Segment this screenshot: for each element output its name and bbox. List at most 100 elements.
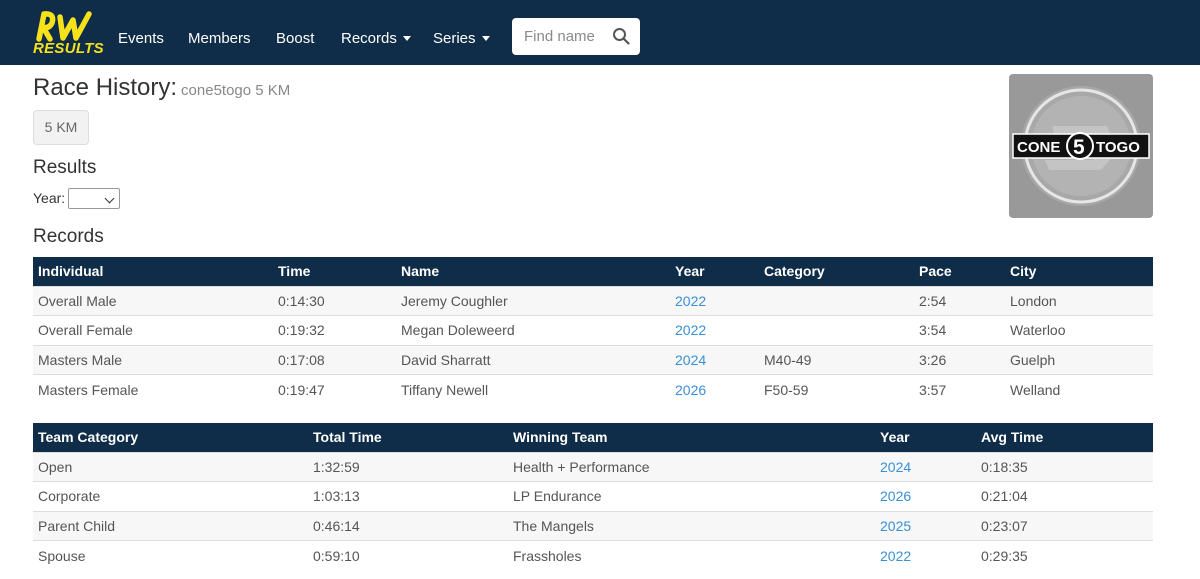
table-row: Parent Child 0:46:14 The Mangels 2025 0:…	[33, 510, 1153, 541]
record-year-link[interactable]: 2024	[670, 344, 759, 375]
table-row: Masters Female 0:19:47 Tiffany Newell 20…	[33, 374, 1153, 404]
column-header: Individual	[33, 257, 273, 286]
record-pace: 3:26	[914, 344, 1005, 375]
team-name: LP Endurance	[508, 481, 875, 511]
record-year-link[interactable]: 2026	[670, 374, 759, 404]
nav-series-label: Series	[433, 30, 476, 47]
column-header: Avg Time	[976, 423, 1153, 452]
team-category: Parent Child	[33, 510, 308, 541]
nav-members[interactable]: Members	[188, 0, 251, 65]
record-city: London	[1005, 285, 1153, 316]
page-title: Race History: cone5togo 5 KM	[33, 74, 290, 102]
record-age-category	[759, 285, 914, 316]
nav-records-label: Records	[341, 30, 397, 47]
team-year-link[interactable]: 2026	[875, 481, 976, 511]
team-avg-time: 0:29:35	[976, 540, 1153, 570]
page-title-subtitle: cone5togo 5 KM	[181, 82, 291, 99]
team-avg-time: 0:18:35	[976, 451, 1153, 482]
team-name: Health + Performance	[508, 451, 875, 482]
results-heading: Results	[33, 157, 97, 178]
brand-logo[interactable]: RESULTS	[33, 10, 104, 58]
table-header-row: Individual Time Name Year Category Pace …	[33, 257, 1153, 286]
nav-events[interactable]: Events	[118, 0, 164, 65]
column-header: Time	[273, 257, 396, 286]
column-header: Total Time	[308, 423, 508, 452]
record-age-category: M40-49	[759, 344, 914, 375]
record-category: Overall Female	[33, 315, 273, 345]
column-header: Team Category	[33, 423, 308, 452]
record-category: Masters Female	[33, 374, 273, 404]
team-year-link[interactable]: 2022	[875, 540, 976, 570]
distance-5km-button[interactable]: 5 KM	[33, 110, 89, 145]
record-name: Megan Doleweerd	[396, 315, 670, 345]
search-icon[interactable]	[612, 27, 630, 45]
team-category: Spouse	[33, 540, 308, 570]
team-total-time: 1:03:13	[308, 481, 508, 511]
page-title-main: Race History:	[33, 74, 178, 101]
table-row: Corporate 1:03:13 LP Endurance 2026 0:21…	[33, 481, 1153, 511]
race-logo-text-left: CONE	[1017, 139, 1060, 156]
column-header: Year	[670, 257, 759, 286]
record-time: 0:17:08	[273, 344, 396, 375]
race-logo-numeral: 5	[1073, 136, 1085, 159]
chevron-down-icon	[104, 193, 115, 204]
table-row: Spouse 0:59:10 Frassholes 2022 0:29:35	[33, 540, 1153, 570]
nav-records-dropdown[interactable]: Records	[341, 0, 411, 65]
team-total-time: 0:46:14	[308, 510, 508, 541]
record-time: 0:14:30	[273, 285, 396, 316]
team-year-link[interactable]: 2025	[875, 510, 976, 541]
team-records-table: Team Category Total Time Winning Team Ye…	[33, 423, 1153, 570]
record-year-link[interactable]: 2022	[670, 315, 759, 345]
team-name: Frassholes	[508, 540, 875, 570]
table-row: Masters Male 0:17:08 David Sharratt 2024…	[33, 344, 1153, 375]
team-avg-time: 0:21:04	[976, 481, 1153, 511]
record-pace: 3:57	[914, 374, 1005, 404]
brand-text: RESULTS	[33, 40, 104, 57]
record-year-link[interactable]: 2022	[670, 285, 759, 316]
rw-logo-mark-icon	[36, 11, 92, 42]
record-pace: 3:54	[914, 315, 1005, 345]
year-select[interactable]	[68, 188, 120, 209]
year-label: Year:	[33, 190, 66, 206]
table-row: Overall Male 0:14:30 Jeremy Coughler 202…	[33, 285, 1153, 316]
record-name: Jeremy Coughler	[396, 285, 670, 316]
nav-series-dropdown[interactable]: Series	[433, 0, 490, 65]
caret-down-icon	[481, 36, 490, 41]
individual-records-table: Individual Time Name Year Category Pace …	[33, 257, 1153, 404]
table-row: Overall Female 0:19:32 Megan Doleweerd 2…	[33, 315, 1153, 345]
column-header: Pace	[914, 257, 1005, 286]
team-avg-time: 0:23:07	[976, 510, 1153, 541]
record-name: David Sharratt	[396, 344, 670, 375]
record-age-category	[759, 315, 914, 345]
record-time: 0:19:47	[273, 374, 396, 404]
race-logo-graphic: CONE 5 TOGO	[1012, 86, 1150, 206]
team-name: The Mangels	[508, 510, 875, 541]
navbar: RESULTS Events Members Boost Records Ser…	[0, 0, 1200, 65]
team-total-time: 1:32:59	[308, 451, 508, 482]
column-header: Category	[759, 257, 914, 286]
search-input[interactable]	[512, 18, 610, 55]
team-year-link[interactable]: 2024	[875, 451, 976, 482]
nav-boost[interactable]: Boost	[276, 0, 314, 65]
column-header: Name	[396, 257, 670, 286]
record-category: Masters Male	[33, 344, 273, 375]
record-pace: 2:54	[914, 285, 1005, 316]
team-total-time: 0:59:10	[308, 540, 508, 570]
records-heading: Records	[33, 226, 104, 247]
record-category: Overall Male	[33, 285, 273, 316]
caret-down-icon	[402, 36, 411, 41]
table-row: Open 1:32:59 Health + Performance 2024 0…	[33, 451, 1153, 482]
race-logo-text-right: TOGO	[1096, 139, 1140, 156]
team-category: Corporate	[33, 481, 308, 511]
record-city: Guelph	[1005, 344, 1153, 375]
race-logo: CONE 5 TOGO	[1009, 74, 1153, 218]
record-city: Waterloo	[1005, 315, 1153, 345]
record-city: Welland	[1005, 374, 1153, 404]
column-header: Winning Team	[508, 423, 875, 452]
column-header: City	[1005, 257, 1153, 286]
record-name: Tiffany Newell	[396, 374, 670, 404]
team-category: Open	[33, 451, 308, 482]
record-time: 0:19:32	[273, 315, 396, 345]
column-header: Year	[875, 423, 976, 452]
table-header-row: Team Category Total Time Winning Team Ye…	[33, 423, 1153, 452]
